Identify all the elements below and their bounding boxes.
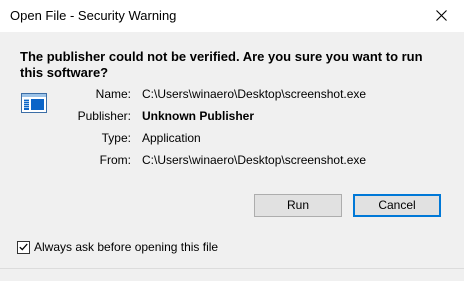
bottom-divider — [0, 268, 464, 269]
dialog-content: The publisher could not be verified. Are… — [0, 32, 464, 281]
name-value: C:\Users\winaero\Desktop\screenshot.exe — [142, 87, 367, 101]
security-warning-dialog: Open File - Security Warning The publish… — [0, 0, 464, 281]
warning-headline: The publisher could not be verified. Are… — [20, 49, 423, 80]
publisher-value: Unknown Publisher — [142, 109, 255, 123]
close-icon — [435, 9, 447, 21]
always-ask-checkbox[interactable] — [17, 240, 30, 254]
type-value: Application — [142, 131, 201, 145]
window-title: Open File - Security Warning — [10, 8, 177, 23]
type-label: Type: — [101, 131, 131, 145]
detail-row-from: From: C:\Users\winaero\Desktop\screensho… — [0, 151, 464, 169]
detail-row-name: Name: C:\Users\winaero\Desktop\screensho… — [0, 85, 464, 103]
detail-row-type: Type: Application — [0, 129, 464, 147]
always-ask-label: Always ask before opening this file — [34, 240, 219, 254]
run-button[interactable]: Run — [254, 194, 342, 217]
publisher-label: Publisher: — [77, 109, 131, 123]
name-label: Name: — [95, 87, 131, 101]
cancel-button[interactable]: Cancel — [353, 194, 441, 217]
checkmark-icon — [19, 243, 28, 251]
always-ask-option[interactable]: Always ask before opening this file — [17, 239, 218, 255]
title-bar: Open File - Security Warning — [0, 0, 464, 32]
close-button[interactable] — [418, 0, 464, 30]
detail-row-publisher: Publisher: Unknown Publisher — [0, 107, 464, 125]
from-label: From: — [99, 153, 131, 167]
from-value: C:\Users\winaero\Desktop\screenshot.exe — [142, 153, 367, 167]
